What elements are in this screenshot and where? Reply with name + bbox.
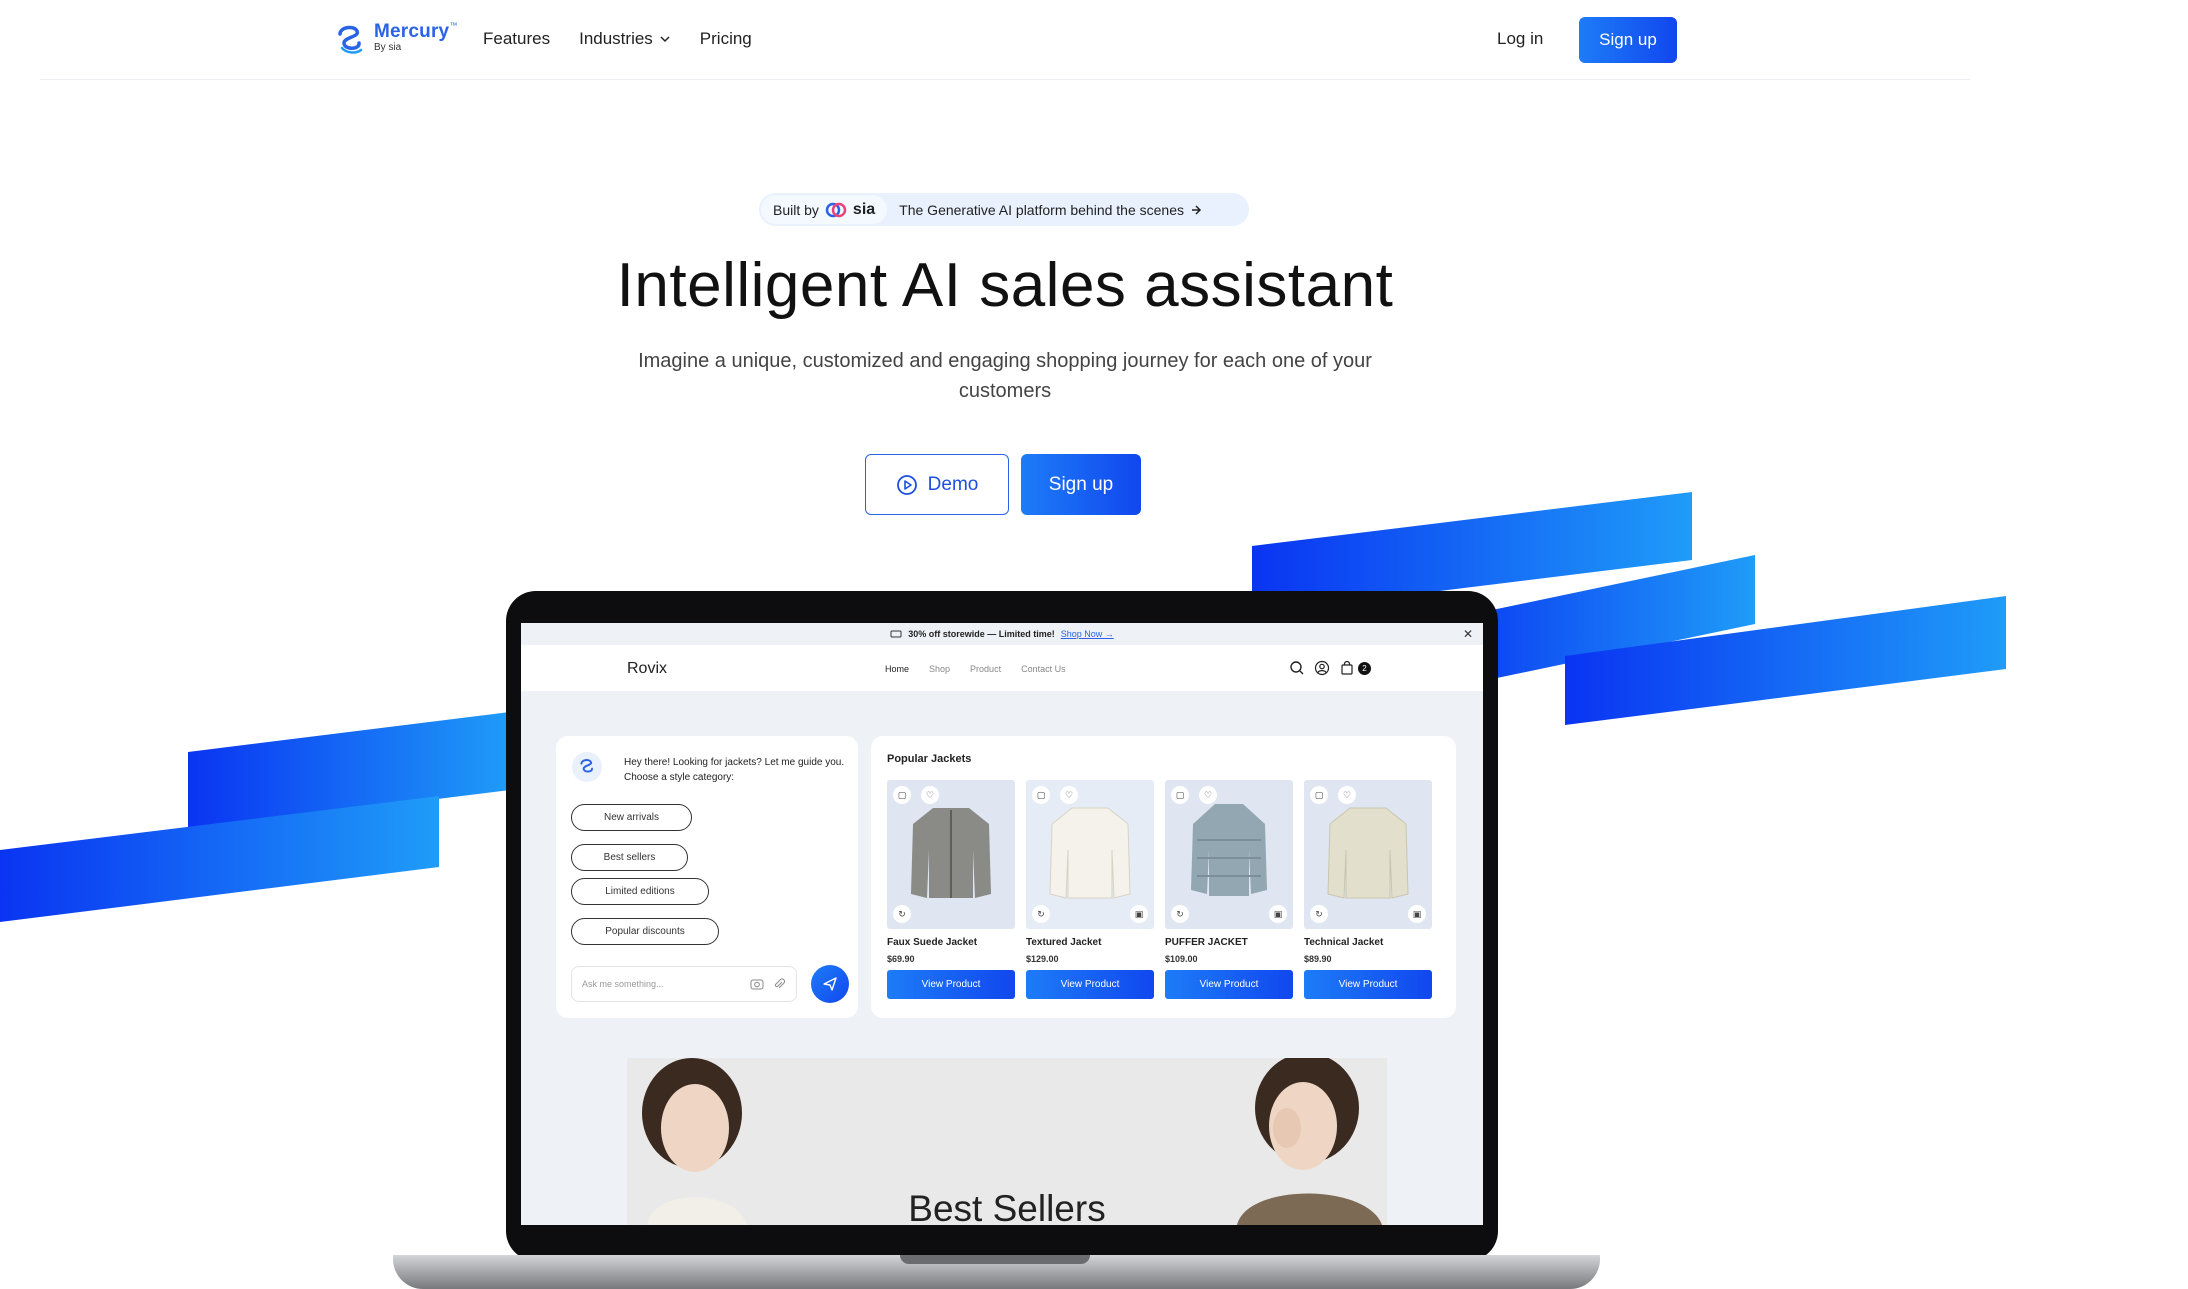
user-icon[interactable]	[1314, 660, 1330, 676]
best-sellers-banner: Best Sellers	[627, 1058, 1387, 1225]
nav-divider	[40, 79, 1970, 80]
promo-bar: 30% off storewide — Limited time! Shop N…	[521, 623, 1483, 645]
pill-text: The Generative AI platform behind the sc…	[899, 201, 1185, 218]
jacket-icon	[1049, 807, 1131, 899]
product-image: ▢ ♡ ↻ ▣	[1165, 780, 1293, 929]
chip-limited-editions[interactable]: Limited editions	[571, 878, 709, 905]
mercury-logo-icon	[338, 25, 363, 54]
products-heading: Popular Jackets	[887, 753, 972, 765]
close-icon[interactable]: ✕	[1463, 627, 1473, 641]
laptop-screen: 30% off storewide — Limited time! Shop N…	[521, 623, 1483, 1225]
shop-link-shop[interactable]: Shop	[929, 664, 950, 674]
product-price: $69.90	[887, 954, 915, 964]
play-circle-icon	[896, 474, 917, 495]
nav-link-label: Industries	[579, 29, 653, 48]
login-link[interactable]: Log in	[1497, 29, 1543, 49]
bag-icon[interactable]: ▣	[1269, 905, 1287, 923]
product-name: Technical Jacket	[1304, 937, 1384, 948]
promo-shop-now-link[interactable]: Shop Now →	[1061, 629, 1114, 639]
cart-icon[interactable]	[1339, 660, 1355, 676]
product-name: PUFFER JACKET	[1165, 937, 1248, 948]
mercury-logo[interactable]: Mercury™ By sia	[332, 22, 457, 58]
banner-title: Best Sellers	[908, 1188, 1106, 1225]
demo-button-label: Demo	[927, 473, 979, 495]
hero-title: Intelligent AI sales assistant	[616, 251, 1394, 320]
product-card[interactable]: ▢ ♡ ↻ Faux Suede Jacket $69.90 View Prod…	[887, 780, 1015, 999]
signup-button-top[interactable]: Sign up	[1579, 17, 1677, 63]
send-icon	[823, 977, 837, 991]
chat-input[interactable]: Ask me something...	[571, 966, 797, 1002]
arrow-right-icon	[1192, 204, 1202, 215]
product-price: $89.90	[1304, 954, 1332, 964]
nav-link-label: Pricing	[699, 29, 752, 48]
product-card[interactable]: ▢ ♡ ↻ ▣ Technical Jacket $89.90 View Pro…	[1304, 780, 1432, 999]
ticket-icon	[890, 630, 902, 638]
popular-jackets-panel: Popular Jackets ▢ ♡ ↻ Faux Suede Jacket …	[871, 736, 1456, 1018]
view-product-button[interactable]: View Product	[887, 970, 1015, 999]
brand-trademark: ™	[449, 21, 458, 30]
brand-name: Mercury	[374, 21, 450, 42]
cart-count-badge: 2	[1358, 661, 1371, 675]
shop-link-home[interactable]: Home	[885, 664, 909, 674]
product-price: $109.00	[1165, 954, 1198, 964]
top-navbar: Mercury™ By sia Features Industries Pric…	[0, 0, 2188, 80]
refresh-icon[interactable]: ↻	[1310, 905, 1328, 923]
sia-logo-icon	[825, 202, 847, 217]
built-by-sia-banner[interactable]: Built by sia The Generative AI platform …	[759, 193, 1249, 226]
product-card[interactable]: ▢ ♡ ↻ ▣ Textured Jacket $129.00 View Pro…	[1026, 780, 1154, 999]
assistant-message: Hey there! Looking for jackets? Let me g…	[624, 757, 845, 783]
sia-brand: sia	[852, 200, 876, 218]
product-name: Faux Suede Jacket	[887, 937, 978, 948]
shop-link-product[interactable]: Product	[970, 664, 1001, 674]
promo-text: 30% off storewide — Limited time!	[908, 629, 1055, 639]
laptop-notch	[900, 1255, 1090, 1264]
nav-link-label: Features	[483, 29, 551, 48]
shop-brand[interactable]: Rovix	[627, 660, 667, 678]
product-image: ▢ ♡ ↻ ▣	[1304, 780, 1432, 929]
view-product-button[interactable]: View Product	[1165, 970, 1293, 999]
jacket-icon	[911, 808, 991, 898]
jacket-icon	[1191, 804, 1267, 896]
assistant-avatar	[572, 752, 602, 782]
refresh-icon[interactable]: ↻	[1032, 905, 1050, 923]
jacket-icon	[1327, 807, 1409, 899]
signup-button-hero[interactable]: Sign up	[1021, 454, 1141, 515]
refresh-icon[interactable]: ↻	[893, 905, 911, 923]
built-by-label: Built by	[773, 201, 819, 218]
view-product-button[interactable]: View Product	[1026, 970, 1154, 999]
chip-popular-discounts[interactable]: Popular discounts	[571, 918, 719, 945]
shop-navbar: Rovix Home Shop Product Contact Us 2	[521, 645, 1483, 691]
send-button[interactable]	[811, 965, 849, 1003]
brand-by: By sia	[374, 42, 402, 53]
camera-icon[interactable]	[750, 977, 764, 991]
view-product-button[interactable]: View Product	[1304, 970, 1432, 999]
product-card[interactable]: ▢ ♡ ↻ ▣ PUFFER JACKET $109.00 View Produ…	[1165, 780, 1293, 999]
nav-link-pricing[interactable]: Pricing	[700, 29, 752, 49]
chip-best-sellers[interactable]: Best sellers	[571, 844, 688, 871]
product-name: Textured Jacket	[1026, 937, 1102, 948]
bag-icon[interactable]: ▣	[1408, 905, 1426, 923]
attachment-icon[interactable]	[772, 977, 786, 991]
product-image: ▢ ♡ ↻ ▣	[1026, 780, 1154, 929]
hero-subtitle: Imagine a unique, customized and engagin…	[638, 350, 1372, 402]
refresh-icon[interactable]: ↻	[1171, 905, 1189, 923]
chat-widget: Hey there! Looking for jackets? Let me g…	[556, 736, 858, 1018]
mercury-logo-icon	[580, 759, 593, 773]
chat-input-placeholder: Ask me something...	[582, 979, 664, 989]
chevron-down-icon	[660, 36, 670, 43]
nav-link-industries[interactable]: Industries	[579, 29, 671, 49]
shop-link-contact[interactable]: Contact Us	[1021, 664, 1066, 674]
product-image: ▢ ♡ ↻	[887, 780, 1015, 929]
chip-new-arrivals[interactable]: New arrivals	[571, 804, 692, 831]
product-price: $129.00	[1026, 954, 1059, 964]
search-icon[interactable]	[1289, 660, 1305, 676]
demo-button[interactable]: Demo	[865, 454, 1009, 515]
bag-icon[interactable]: ▣	[1130, 905, 1148, 923]
nav-link-features[interactable]: Features	[483, 29, 550, 49]
